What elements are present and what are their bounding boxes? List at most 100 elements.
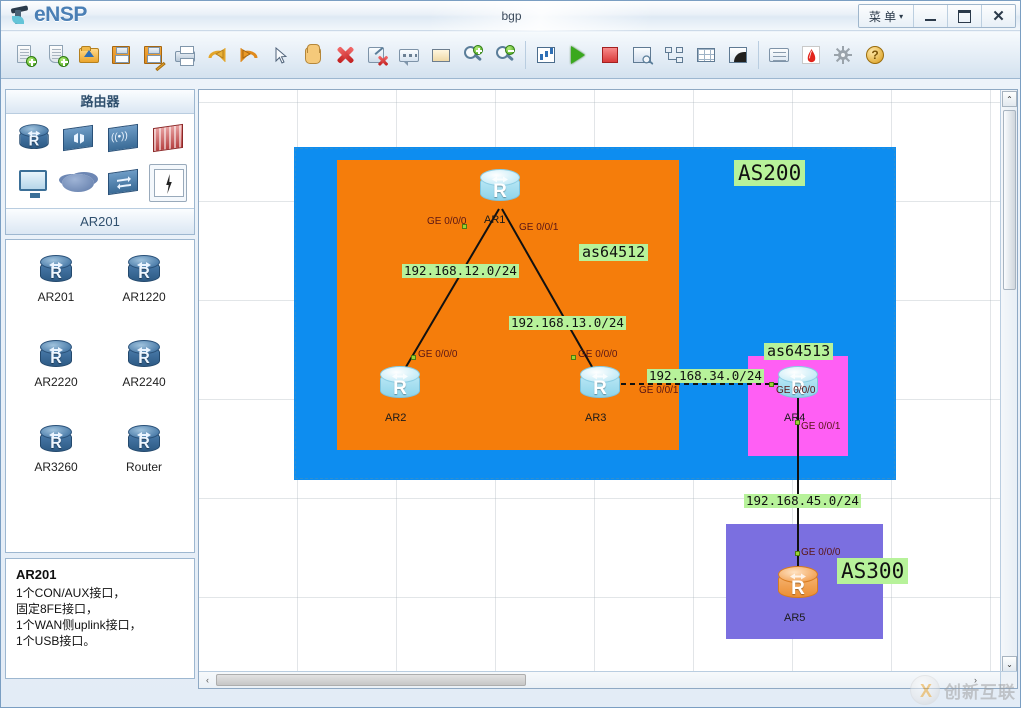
stop-red-icon: [599, 44, 621, 66]
cloud-icon: [61, 174, 94, 192]
device-type-wlan[interactable]: [104, 120, 142, 158]
save-as-icon: [142, 44, 166, 72]
scroll-left-button[interactable]: ‹: [200, 673, 215, 687]
router-ar5[interactable]: R: [775, 562, 821, 608]
hand-icon: [302, 44, 324, 66]
stop-all-button[interactable]: [596, 40, 624, 70]
interface-dot: [769, 382, 774, 387]
close-button[interactable]: ✕: [981, 5, 1015, 27]
undo-button[interactable]: [203, 40, 231, 70]
folder-open-icon: [78, 44, 100, 66]
device-type-switch[interactable]: [59, 120, 97, 158]
capture-button[interactable]: [628, 40, 656, 70]
minimize-button[interactable]: [913, 5, 947, 27]
grid-toggle-button[interactable]: [692, 40, 720, 70]
zone-label-as200[interactable]: AS200: [734, 160, 806, 187]
zoom-out-button[interactable]: [491, 40, 519, 70]
print-button[interactable]: [171, 40, 199, 70]
delete-button[interactable]: [331, 40, 359, 70]
open-folder-button[interactable]: [75, 40, 103, 70]
scroll-down-button[interactable]: ⌄: [1002, 656, 1017, 672]
router-label-ar2: AR2: [385, 412, 407, 424]
interface-dot: [795, 551, 800, 556]
gear-icon: [832, 44, 854, 66]
menu-button[interactable]: 菜 单 ▾: [859, 5, 913, 27]
zone-label-as64512[interactable]: as64512: [579, 243, 649, 262]
vertical-scroll-thumb[interactable]: [1003, 110, 1016, 290]
net-label-192-168-34[interactable]: 192.168.34.0/24: [647, 368, 764, 384]
device-type-cloud[interactable]: [59, 164, 97, 202]
description-line: 1个WAN侧uplink接口，: [16, 618, 142, 632]
device-type-endpoint[interactable]: [14, 164, 52, 202]
device-item-ar1220[interactable]: R AR1220: [122, 252, 166, 337]
save-as-button[interactable]: [139, 40, 167, 72]
help-button[interactable]: ?: [861, 40, 889, 70]
huawei-home-button[interactable]: [797, 40, 825, 70]
add-shape-button[interactable]: [427, 40, 455, 70]
net-label-192-168-12[interactable]: 192.168.12.0/24: [402, 263, 519, 279]
router-icon: R: [124, 252, 164, 288]
zone-label-as64513[interactable]: as64513: [764, 342, 834, 361]
scroll-up-button[interactable]: ⌃: [1002, 91, 1017, 107]
add-text-button[interactable]: [395, 40, 423, 70]
description-title: AR201: [16, 567, 57, 582]
device-item-ar201[interactable]: R AR201: [36, 252, 76, 337]
device-item-router[interactable]: R Router: [124, 422, 164, 507]
save-button[interactable]: [107, 40, 135, 70]
scroll-right-button[interactable]: ›: [968, 673, 983, 687]
scrollbar-corner: [1000, 671, 1017, 688]
zone-label-as300[interactable]: AS300: [837, 558, 909, 585]
device-type-router[interactable]: R: [14, 120, 52, 158]
lan-switch-icon: [107, 168, 138, 196]
canvas-vertical-scrollbar[interactable]: ⌃ ⌄: [1000, 90, 1017, 673]
switch-icon: [62, 124, 93, 152]
comment-button[interactable]: [765, 40, 793, 70]
show-chart-button[interactable]: [532, 40, 560, 70]
router-ar3[interactable]: R: [577, 362, 623, 408]
redo-button[interactable]: [235, 40, 263, 70]
open-topology-button[interactable]: [43, 40, 71, 70]
speech-bubble-icon: [768, 44, 790, 66]
delete-link-button[interactable]: [363, 40, 391, 70]
zoom-in-button[interactable]: [459, 40, 487, 70]
pan-tool-button[interactable]: [299, 40, 327, 70]
router-ar1[interactable]: R: [477, 165, 523, 211]
iface-label-ar3-ge0-0-1: GE 0/0/1: [639, 385, 679, 396]
device-item-ar3260[interactable]: R AR3260: [34, 422, 78, 507]
iface-label-ar1-ge0-0-1: GE 0/0/1: [519, 222, 559, 233]
window-controls: 菜 单 ▾ ✕: [858, 4, 1016, 28]
device-type-connection[interactable]: [148, 164, 187, 202]
magnifier-minus-icon: [494, 44, 516, 66]
wireless-ap-icon: [107, 123, 138, 153]
select-tool-button[interactable]: [267, 40, 295, 70]
horizontal-scroll-thumb[interactable]: [216, 674, 526, 686]
export-image-button[interactable]: [724, 40, 752, 70]
device-item-label: AR3260: [34, 460, 78, 474]
device-item-label: Router: [125, 460, 163, 474]
topology-canvas-container: AS200 as64512 as64513 AS300 192.168.12.0…: [198, 89, 1018, 689]
open-document-icon: [46, 44, 69, 67]
net-label-192-168-13[interactable]: 192.168.13.0/24: [509, 315, 626, 331]
device-item-ar2220[interactable]: R AR2220: [34, 337, 78, 422]
topology-canvas[interactable]: AS200 as64512 as64513 AS300 192.168.12.0…: [199, 90, 1002, 673]
net-label-192-168-45[interactable]: 192.168.45.0/24: [744, 493, 861, 509]
start-all-button[interactable]: [564, 40, 592, 70]
title-bar: eNSP bgp 菜 单 ▾ ✕: [1, 1, 1020, 31]
settings-button[interactable]: [829, 40, 857, 70]
iface-label-ar4-ge0-0-1: GE 0/0/1: [801, 421, 841, 432]
new-topology-button[interactable]: [11, 40, 39, 70]
canvas-horizontal-scrollbar[interactable]: ‹ ›: [199, 671, 1002, 688]
export-image-icon: [727, 44, 749, 66]
device-type-firewall[interactable]: [149, 120, 187, 158]
device-item-label: AR2220: [34, 375, 78, 389]
topology-view-button[interactable]: [660, 40, 688, 70]
maximize-button[interactable]: [947, 5, 981, 27]
router-ar2[interactable]: R: [377, 362, 423, 408]
lightning-connection-icon: [153, 169, 184, 197]
router-icon: R: [124, 337, 164, 373]
device-panel-title: 路由器: [6, 90, 194, 114]
device-type-lan-switch[interactable]: [104, 164, 142, 202]
device-item-ar2240[interactable]: R AR2240: [122, 337, 166, 422]
ensp-application-window: eNSP bgp 菜 单 ▾ ✕ ? 路由器 R ((•)) AR201 R A…: [0, 0, 1021, 708]
device-sidebar: 路由器 R ((•)) AR201 R AR201 R AR1220 R AR2…: [5, 89, 195, 679]
